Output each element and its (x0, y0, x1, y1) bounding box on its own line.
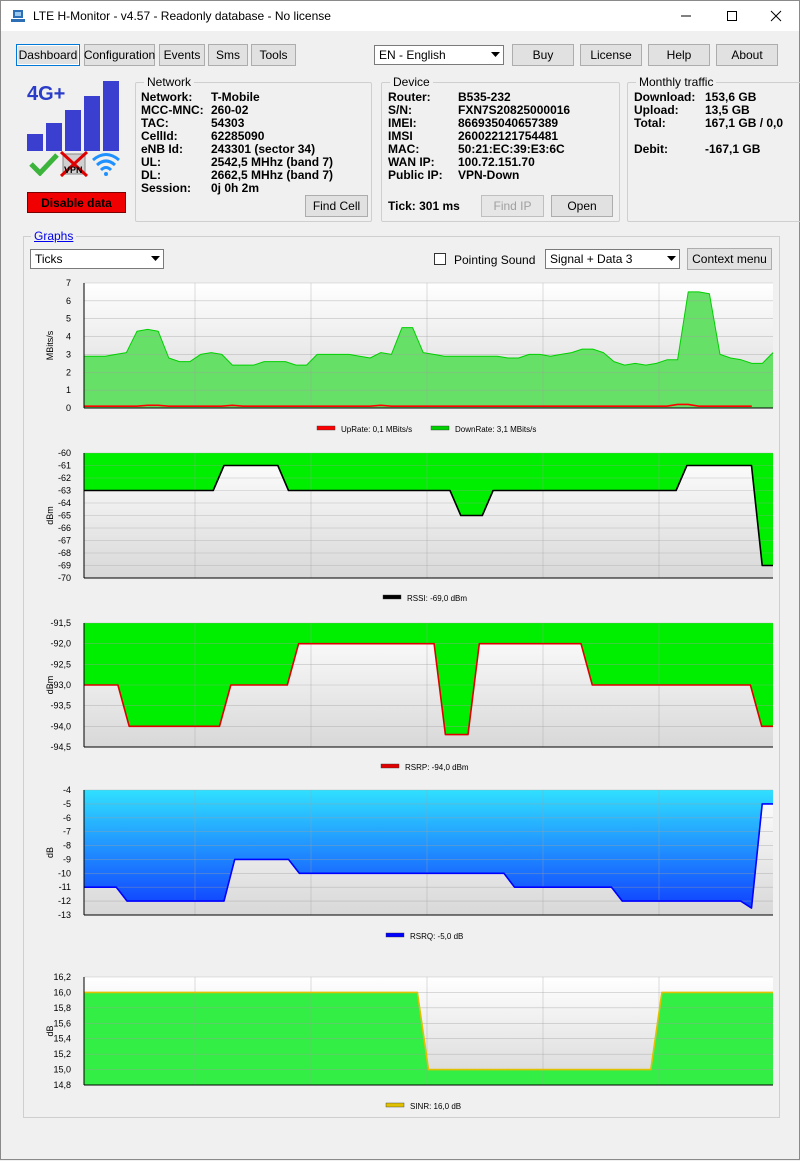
y-axis-label: dB (45, 847, 55, 858)
y-tick-label: -92,0 (50, 639, 71, 649)
y-tick-label: -91,5 (50, 618, 71, 628)
legend-label: UpRate: 0,1 MBits/s (341, 425, 412, 434)
y-tick-label: 6 (66, 296, 71, 306)
graphs-canvas: 7 6 5 4 3 2 1 0 MBits/s UpRate: 0,1 MBits/s DownRa… (45, 278, 774, 1111)
y-tick-label: -10 (58, 868, 71, 878)
y-tick-label: -7 (63, 827, 71, 837)
y-axis-label: dBm (45, 506, 55, 525)
y-tick-label: 0 (66, 403, 71, 413)
y-tick-label: -5 (63, 799, 71, 809)
y-tick-label: -93,5 (50, 701, 71, 711)
y-tick-label: 1 (66, 385, 71, 395)
legend-swatch (430, 425, 450, 431)
y-tick-label: -9 (63, 854, 71, 864)
y-tick-label: -68 (58, 548, 71, 558)
y-tick-label: 5 (66, 314, 71, 324)
app-window: LTE H-Monitor - v4.57 - Readonly databas… (0, 0, 800, 1160)
y-axis-label: dBm (45, 676, 55, 695)
legend-swatch (385, 1102, 405, 1108)
y-tick-label: -60 (58, 448, 71, 458)
y-tick-label: 15,2 (53, 1049, 71, 1059)
y-tick-label: -65 (58, 511, 71, 521)
legend-swatch (385, 932, 405, 938)
y-tick-label: -63 (58, 486, 71, 496)
legend-label: RSSI: -69,0 dBm (407, 594, 467, 603)
y-tick-label: -4 (63, 785, 71, 795)
legend-swatch (382, 594, 402, 600)
legend-swatch (380, 763, 400, 769)
y-tick-label: 15,6 (53, 1018, 71, 1028)
y-tick-label: 14,8 (53, 1080, 71, 1090)
y-tick-label: 7 (66, 278, 71, 288)
y-tick-label: -61 (58, 461, 71, 471)
y-tick-label: -92,5 (50, 659, 71, 669)
legend-label: DownRate: 3,1 MBits/s (455, 425, 536, 434)
y-tick-label: -66 (58, 523, 71, 533)
y-tick-label: -62 (58, 473, 71, 483)
y-axis-label: dB (45, 1025, 55, 1036)
chart-panel-2: -60 -61 -62 -63 -64 -65 -66 -67 -68 -69 -70 dBm RSSI… (45, 448, 773, 603)
y-tick-label: 15,0 (53, 1065, 71, 1075)
y-tick-label: -64 (58, 498, 71, 508)
y-tick-label: -6 (63, 813, 71, 823)
y-tick-label: 15,4 (53, 1034, 71, 1044)
chart-panel-4: -4 -5 -6 -7 -8 -9 -10 -11 -12 -13 dB RSRQ: -5,0 dB (45, 785, 773, 941)
y-tick-label: -67 (58, 536, 71, 546)
legend-label: RSRQ: -5,0 dB (410, 932, 463, 941)
chart-panel-5: 16,2 16,0 15,8 15,6 15,4 15,2 15,0 14,8 dB SINR: … (45, 972, 773, 1111)
y-tick-label: 15,8 (53, 1003, 71, 1013)
y-tick-label: -13 (58, 910, 71, 920)
y-tick-label: -94,0 (50, 721, 71, 731)
y-tick-label: -11 (59, 882, 71, 892)
y-axis-label: MBits/s (45, 330, 55, 360)
y-tick-label: -94,5 (50, 742, 71, 752)
y-tick-label: 2 (66, 367, 71, 377)
legend-label: SINR: 16,0 dB (410, 1102, 461, 1111)
y-tick-label: -70 (58, 573, 71, 583)
legend-swatch (316, 425, 336, 431)
y-tick-label: -12 (58, 896, 71, 906)
y-tick-label: -8 (63, 841, 71, 851)
legend-label: RSRP: -94,0 dBm (405, 763, 469, 772)
y-tick-label: -69 (58, 561, 71, 571)
y-tick-label: 16,2 (53, 972, 71, 982)
y-tick-label: 16,0 (53, 987, 71, 997)
y-tick-label: 4 (66, 332, 71, 342)
chart-panel-3: -91,5-92,0-92,5-93,0-93,5-94,0-94,5dBmRS… (45, 618, 773, 772)
chart-panel-1: 7 6 5 4 3 2 1 0 MBits/s UpRate: 0,1 MBits/s DownRa… (45, 278, 774, 434)
y-tick-label: 3 (66, 349, 71, 359)
